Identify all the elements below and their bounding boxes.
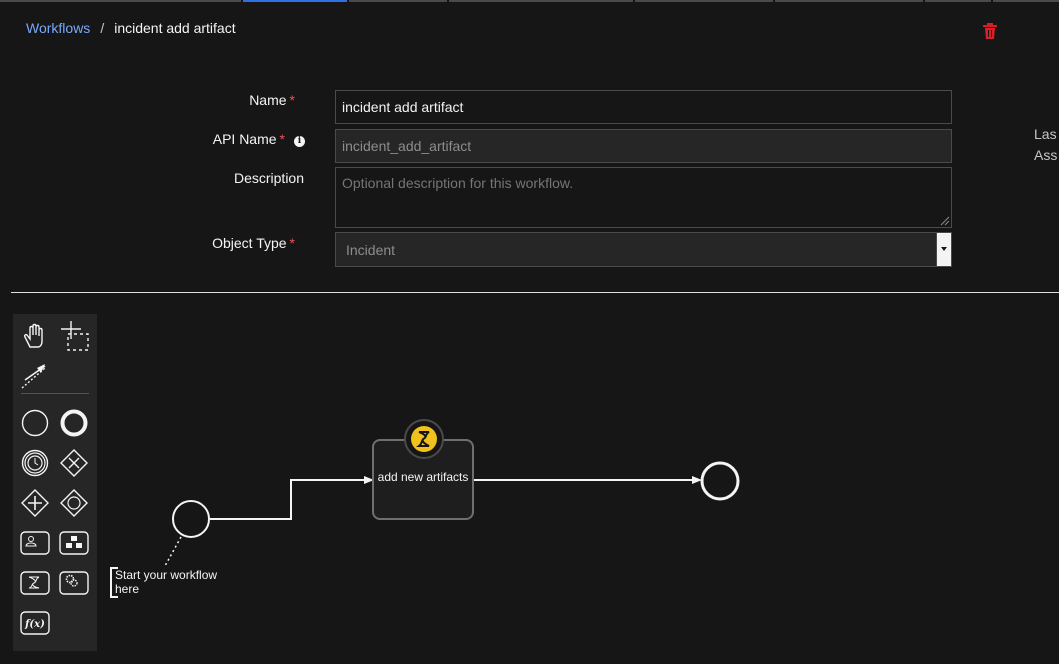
annotation-text[interactable]: Start your workflow here [115, 568, 225, 596]
tab-active[interactable] [243, 0, 347, 2]
chevron-down-icon[interactable] [936, 233, 951, 266]
tab-8[interactable] [993, 0, 1059, 2]
connect-tool-icon[interactable] [19, 360, 51, 392]
info-icon[interactable]: i [294, 136, 305, 147]
side-info-line-2: Ass [1034, 147, 1058, 163]
palette-separator [21, 393, 89, 394]
service-task-icon[interactable] [58, 567, 90, 599]
api-name-input [335, 129, 952, 163]
resize-grip-icon[interactable] [940, 216, 950, 226]
description-textarea[interactable] [335, 167, 952, 228]
api-name-label: API Name * i [105, 131, 305, 147]
function-task-icon[interactable]: f(x) [19, 607, 51, 639]
tab-5[interactable] [635, 0, 773, 2]
subprocess-icon[interactable] [58, 527, 90, 559]
hand-tool-icon[interactable] [19, 321, 51, 353]
name-label: Name * [95, 92, 295, 108]
name-input[interactable] [335, 90, 952, 124]
breadcrumb: Workflows / incident add artifact [26, 20, 236, 36]
breadcrumb-separator: / [100, 20, 105, 36]
trash-icon[interactable] [982, 23, 998, 40]
script-icon [416, 431, 430, 447]
lasso-tool-icon[interactable] [59, 321, 91, 353]
tool-palette: f(x) [13, 314, 97, 651]
user-task-icon[interactable] [19, 527, 51, 559]
svg-text:f(x): f(x) [24, 619, 45, 630]
side-info-line-1: Las [1034, 126, 1057, 142]
script-task-icon[interactable] [19, 567, 51, 599]
tab-4[interactable] [449, 0, 633, 2]
section-divider [11, 292, 1059, 293]
required-marker: * [289, 235, 295, 251]
tab-3[interactable] [349, 0, 447, 2]
description-label-text: Description [233, 170, 304, 186]
start-event-icon[interactable] [19, 407, 51, 439]
required-marker: * [289, 92, 295, 108]
required-marker: * [279, 131, 285, 147]
breadcrumb-workflows-link[interactable]: Workflows [26, 20, 90, 36]
object-type-label: Object Type * [95, 235, 295, 251]
script-badge-fill [411, 426, 437, 452]
tab-6[interactable] [775, 0, 923, 2]
start-event[interactable] [171, 499, 211, 539]
event-gateway-icon[interactable] [58, 487, 90, 519]
api-name-label-text: API Name [212, 131, 277, 147]
tab-7[interactable] [925, 0, 991, 2]
object-type-label-text: Object Type [212, 235, 287, 251]
tab-1[interactable] [0, 0, 241, 2]
end-event[interactable] [699, 460, 741, 502]
script-badge [404, 419, 444, 459]
description-label: Description [104, 170, 304, 186]
name-label-text: Name [249, 92, 287, 108]
end-event-icon[interactable] [58, 407, 90, 439]
tab-strip [0, 0, 1059, 2]
parallel-gateway-icon[interactable] [19, 487, 51, 519]
breadcrumb-current: incident add artifact [114, 20, 236, 36]
object-type-value: Incident [346, 241, 396, 258]
timer-event-icon[interactable] [19, 447, 51, 479]
exclusive-gateway-icon[interactable] [58, 447, 90, 479]
task-label: add new artifacts [377, 470, 469, 484]
object-type-select[interactable]: Incident [335, 232, 952, 267]
